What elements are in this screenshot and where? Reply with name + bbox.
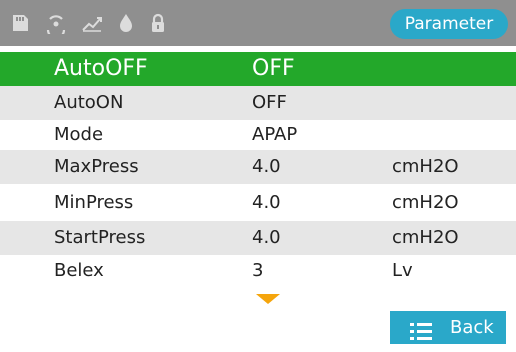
- param-name: AutoON: [54, 92, 124, 113]
- param-name: Mode: [54, 124, 104, 145]
- param-name: AutoOFF: [54, 56, 148, 81]
- wireless-icon: [44, 12, 68, 34]
- param-value: 3: [252, 260, 264, 281]
- lock-icon: [146, 12, 170, 34]
- trend-chart-icon: [80, 12, 104, 34]
- param-value: OFF: [252, 56, 295, 81]
- param-row-autooff[interactable]: AutoOFF OFF: [0, 52, 516, 86]
- param-row-maxpress[interactable]: MaxPress 4.0 cmH2O: [0, 150, 516, 184]
- param-row-belex[interactable]: Belex 3 Lv: [0, 254, 516, 288]
- param-unit: cmH2O: [392, 156, 459, 177]
- param-name: Belex: [54, 260, 104, 281]
- param-row-autoon[interactable]: AutoON OFF: [0, 86, 516, 120]
- param-value: 4.0: [252, 227, 281, 248]
- list-icon: [410, 319, 432, 340]
- param-value: OFF: [252, 92, 287, 113]
- param-value: 4.0: [252, 192, 281, 213]
- param-unit: cmH2O: [392, 192, 459, 213]
- scroll-down-arrow-icon[interactable]: [256, 294, 280, 304]
- back-label: Back: [450, 317, 494, 338]
- param-value: 4.0: [252, 156, 281, 177]
- param-name: MinPress: [54, 192, 134, 213]
- param-value: APAP: [252, 124, 298, 145]
- status-bar: Parameter: [0, 0, 516, 46]
- param-unit: Lv: [392, 260, 413, 281]
- param-row-mode[interactable]: Mode APAP: [0, 118, 516, 152]
- param-row-minpress[interactable]: MinPress 4.0 cmH2O: [0, 186, 516, 220]
- param-unit: cmH2O: [392, 227, 459, 248]
- back-button[interactable]: Back: [390, 311, 506, 344]
- param-name: MaxPress: [54, 156, 139, 177]
- param-row-startpress[interactable]: StartPress 4.0 cmH2O: [0, 221, 516, 255]
- parameter-button[interactable]: Parameter: [390, 9, 508, 39]
- water-drop-icon: [114, 12, 138, 34]
- sd-card-icon: [8, 12, 32, 34]
- param-name: StartPress: [54, 227, 146, 248]
